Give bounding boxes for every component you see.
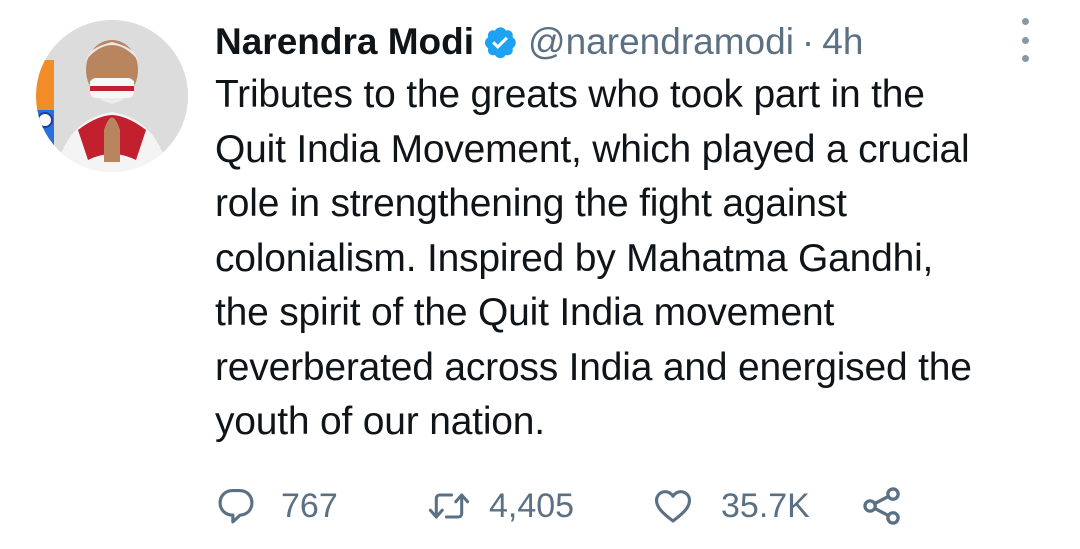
reply-icon [218,489,254,524]
tweet-card[interactable]: Narendra Modi @narendramodi · 4h Tribute… [0,0,1080,549]
share-button[interactable] [860,478,904,534]
more-vertical-icon[interactable] [1010,18,1040,62]
author-handle[interactable]: @narendramodi [528,21,794,63]
tweet-timestamp[interactable]: 4h [822,21,863,63]
tweet-text-line: Tributes to the greats who took part in … [215,73,925,116]
avatar-image [36,20,188,172]
verified-badge-icon [482,24,518,60]
avatar[interactable] [36,20,188,172]
tweet-header: Narendra Modi @narendramodi · 4h [215,14,863,70]
author-name[interactable]: Narendra Modi [215,21,474,63]
retweet-icon [428,493,470,519]
retweet-button[interactable]: 4,405 [427,478,574,534]
tweet-text-line: Quit India Movement, which played a cruc… [215,127,970,171]
tweet-actions: 767 4,405 35.7K [215,478,975,534]
tweet-text-line: the spirit of the Quit India movement [215,291,835,334]
tweet-text-line: colonialism. Inspired by Mahatma Gandhi, [215,236,934,280]
tweet-text-line: reverberated across India and energised … [215,345,972,389]
share-icon [863,487,900,525]
separator-dot: · [801,21,815,62]
like-button[interactable]: 35.7K [651,478,810,534]
tweet-text: Tributes to the greats who took part in … [215,68,1045,450]
heart-icon [654,490,692,523]
reply-button[interactable]: 767 [215,478,338,534]
reply-count: 767 [281,486,338,525]
retweet-count: 4,405 [489,486,575,525]
tweet-text-line: youth of our nation. [215,400,545,443]
tweet-text-line: role in strengthening the fight against [215,182,847,225]
like-count: 35.7K [721,486,810,525]
